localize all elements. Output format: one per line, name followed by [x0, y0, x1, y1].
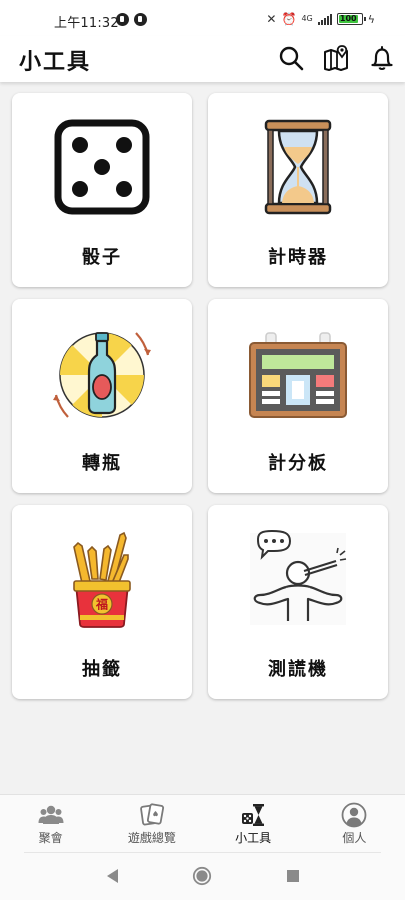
- tools-dice-hourglass-icon: [240, 802, 266, 828]
- tool-label: 測謊機: [268, 659, 328, 680]
- page-title: 小工具: [19, 50, 92, 75]
- battery-level: 100: [338, 14, 358, 23]
- tool-label: 計分板: [268, 453, 328, 474]
- tool-label: 骰子: [82, 247, 122, 268]
- person-icon: [341, 802, 367, 828]
- home-circle-icon: [192, 866, 212, 886]
- fortune-char: 福: [95, 597, 108, 612]
- bell-icon: [371, 46, 393, 70]
- tool-card-fortune-sticks[interactable]: 福 抽籤: [12, 505, 192, 699]
- tool-card-scoreboard[interactable]: 計分板: [208, 299, 388, 493]
- spin-bottle-icon: [52, 323, 152, 423]
- people-icon: [38, 802, 64, 828]
- battery-icon: 100: [336, 13, 366, 25]
- network-type: 4G: [301, 14, 313, 23]
- back-triangle-icon: [107, 869, 118, 883]
- tool-label: 轉瓶: [82, 453, 122, 474]
- scoreboard-icon: [248, 323, 348, 423]
- search-button[interactable]: [277, 44, 305, 72]
- map-button[interactable]: [322, 44, 350, 72]
- tool-card-spin-bottle[interactable]: 轉瓶: [12, 299, 192, 493]
- app-notification-icon: [116, 13, 129, 26]
- cards-icon: [139, 802, 165, 828]
- signal-icon: [317, 13, 332, 25]
- nav-label: 小工具: [235, 831, 272, 845]
- nav-item-profile[interactable]: 個人: [304, 795, 405, 852]
- divider: [24, 852, 381, 853]
- alarm-icon: ⏰: [281, 12, 297, 26]
- map-location-icon: [324, 45, 348, 71]
- nav-item-gatherings[interactable]: 聚會: [0, 795, 101, 852]
- tools-grid: 骰子 計時器 轉瓶 計分板 福 抽籤 測謊機: [12, 93, 393, 699]
- bottom-nav: 聚會 遊戲總覽 小工具 個人: [0, 794, 405, 852]
- dice-icon: [52, 117, 152, 217]
- app-bar: 小工具: [0, 36, 405, 82]
- nav-item-tools[interactable]: 小工具: [203, 795, 304, 852]
- hourglass-icon: [248, 117, 348, 217]
- tool-card-lie-detector[interactable]: 測謊機: [208, 505, 388, 699]
- status-bar: 上午11:32 ✕ ⏰ 4G 100 ϟ: [0, 0, 405, 36]
- search-icon: [279, 46, 304, 71]
- nav-label: 個人: [342, 831, 367, 845]
- mute-icon: ✕: [266, 12, 277, 26]
- status-indicators: ✕ ⏰ 4G 100 ϟ: [266, 12, 375, 26]
- charging-icon: ϟ: [367, 12, 375, 26]
- app-notification-icon: [134, 13, 147, 26]
- system-navigation-bar: [0, 852, 405, 900]
- recents-square-icon: [287, 870, 299, 882]
- notifications-button[interactable]: [368, 44, 396, 72]
- tool-card-timer[interactable]: 計時器: [208, 93, 388, 287]
- nav-item-games-overview[interactable]: 遊戲總覽: [101, 795, 202, 852]
- lie-detector-icon: [248, 529, 348, 629]
- status-time: 上午11:32: [54, 16, 119, 31]
- system-home-button[interactable]: [192, 866, 212, 886]
- tool-card-dice[interactable]: 骰子: [12, 93, 192, 287]
- nav-label: 遊戲總覽: [127, 831, 176, 845]
- nav-label: 聚會: [38, 831, 63, 845]
- tool-label: 計時器: [268, 247, 328, 268]
- tool-label: 抽籤: [82, 659, 122, 680]
- system-recents-button[interactable]: [283, 866, 303, 886]
- system-back-button[interactable]: [103, 866, 123, 886]
- fortune-sticks-icon: 福: [52, 529, 152, 629]
